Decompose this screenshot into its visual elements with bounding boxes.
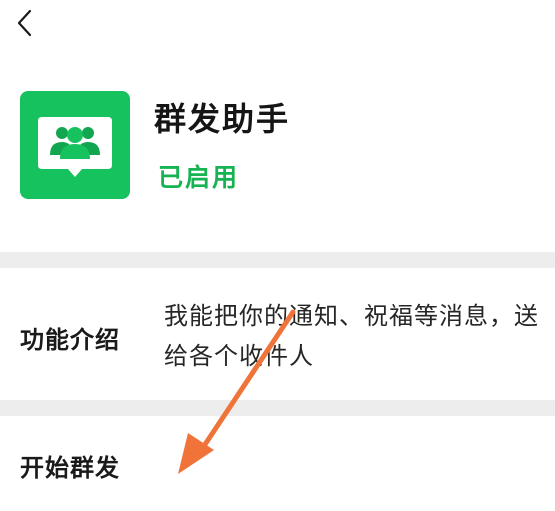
back-button[interactable]: [10, 6, 44, 40]
header-section: 群发助手 已启用: [0, 0, 555, 252]
feature-intro-row: 功能介绍 我能把你的通知、祝福等消息，送给各个收件人: [0, 268, 555, 400]
start-broadcast-button[interactable]: 开始群发: [0, 416, 555, 511]
start-broadcast-label: 开始群发: [20, 454, 120, 482]
app-status-label: 已启用: [158, 163, 240, 192]
group-people-chat-icon: [38, 117, 112, 177]
feature-intro-description: 我能把你的通知、祝福等消息，送给各个收件人: [164, 302, 539, 370]
chevron-left-icon: [17, 9, 32, 37]
app-icon: [20, 91, 130, 199]
feature-intro-label: 功能介绍: [20, 326, 120, 354]
app-title: 群发助手: [154, 100, 291, 138]
